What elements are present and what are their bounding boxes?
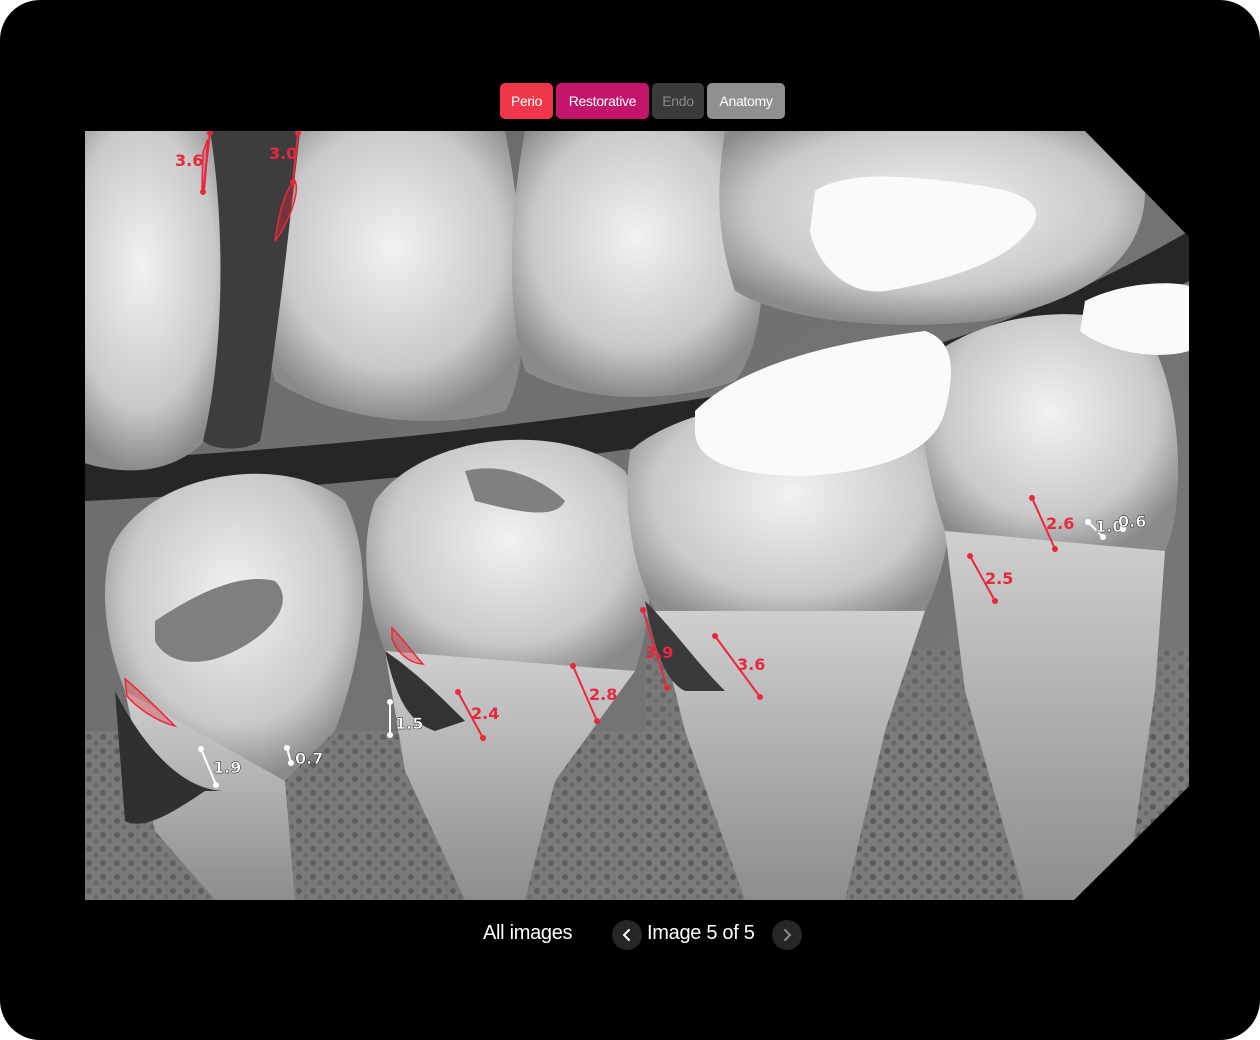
measurement-label: 2.8: [589, 685, 617, 704]
image-navigation: All images Image 5 of 5: [0, 918, 1260, 952]
measurement-endpoint[interactable]: [594, 718, 600, 724]
measurement-label: 0.7: [295, 749, 323, 768]
measurement-label: 0.6: [1118, 512, 1146, 531]
next-image-button[interactable]: [772, 920, 802, 950]
measurement-endpoint[interactable]: [455, 689, 461, 695]
chevron-left-icon: [622, 929, 630, 941]
measurement-endpoint[interactable]: [992, 598, 998, 604]
measurement-endpoint[interactable]: [712, 633, 718, 639]
category-tabs: Perio Restorative Endo Anatomy: [500, 83, 785, 119]
viewer-frame: Perio Restorative Endo Anatomy 3.6 3.0 2…: [0, 0, 1260, 1040]
xray-canvas: 3.6 3.02.42.83.93.62.52.6 1.9 0.71.51.00.6: [85, 131, 1189, 900]
measurement-endpoint[interactable]: [288, 760, 294, 766]
measurement-label: 3.0: [269, 144, 297, 163]
measurement-label: 2.4: [471, 704, 499, 723]
measurement-label: 2.5: [985, 569, 1013, 588]
measurement-label: 2.6: [1046, 514, 1074, 533]
measurement-endpoint[interactable]: [757, 694, 763, 700]
measurement-endpoint[interactable]: [1052, 546, 1058, 552]
tab-restorative[interactable]: Restorative: [556, 83, 649, 119]
measurement-endpoint[interactable]: [480, 735, 486, 741]
measurement-label: 3.6: [175, 151, 203, 170]
measurement-label: 3.9: [645, 643, 673, 662]
measurement-endpoint[interactable]: [1029, 495, 1035, 501]
measurement-endpoint[interactable]: [570, 663, 576, 669]
measurement-endpoint[interactable]: [284, 745, 290, 751]
measurement-endpoint[interactable]: [664, 685, 670, 691]
all-images-link[interactable]: All images: [483, 922, 573, 945]
measurement-endpoint[interactable]: [213, 782, 219, 788]
tab-perio[interactable]: Perio: [500, 83, 553, 119]
chevron-right-icon: [784, 929, 792, 941]
tab-anatomy[interactable]: Anatomy: [707, 83, 785, 119]
measurement-label: 1.5: [395, 714, 423, 733]
xray-image[interactable]: 3.6 3.0 2.4 2.8 3.9 3.6 2.5 2.6 1.9 0.7 1.5 1.0 0.6: [85, 131, 1189, 900]
tab-endo[interactable]: Endo: [652, 83, 704, 119]
measurement-label: 3.6: [737, 655, 765, 674]
measurement-endpoint[interactable]: [198, 746, 204, 752]
prev-image-button[interactable]: [612, 920, 642, 950]
measurement-endpoint[interactable]: [387, 699, 393, 705]
measurement-endpoint[interactable]: [640, 607, 646, 613]
image-counter: Image 5 of 5: [647, 922, 755, 944]
measurement-endpoint[interactable]: [967, 553, 973, 559]
measurement-label: 1.9: [213, 758, 241, 777]
measurement-endpoint[interactable]: [387, 732, 393, 738]
measurement-endpoint[interactable]: [1085, 519, 1091, 525]
